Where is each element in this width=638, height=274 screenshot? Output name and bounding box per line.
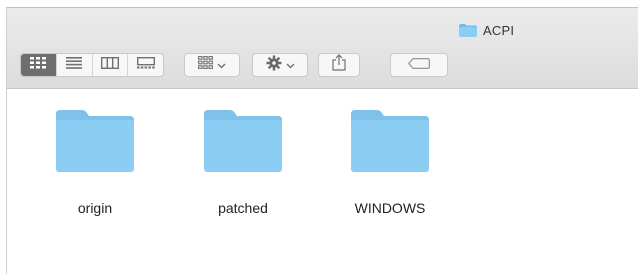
folder-item-patched[interactable]: patched — [183, 108, 303, 228]
folder-label: origin — [77, 200, 113, 216]
chevron-down-icon — [217, 56, 226, 74]
share-button[interactable] — [318, 53, 360, 77]
group-by-button[interactable] — [184, 53, 240, 77]
arrange-grid-icon — [198, 56, 213, 74]
gallery-icon — [136, 56, 155, 74]
list-icon — [66, 56, 83, 74]
folder-icon — [349, 108, 431, 174]
folder-grid: origin patched WINDOWS — [7, 90, 638, 274]
folder-item-windows[interactable]: WINDOWS — [330, 108, 450, 228]
list-view-button[interactable] — [57, 54, 93, 76]
finder-window: ACPI origin patched WINDOWS — [6, 8, 638, 274]
folder-label: WINDOWS — [354, 200, 426, 216]
window-title: ACPI — [459, 22, 514, 38]
folder-icon — [54, 108, 136, 174]
folder-icon — [202, 108, 284, 174]
share-icon — [332, 54, 346, 76]
gallery-view-button[interactable] — [128, 54, 163, 76]
columns-icon — [100, 56, 119, 74]
view-mode-selector — [20, 53, 164, 77]
action-button[interactable] — [252, 53, 308, 77]
folder-item-origin[interactable]: origin — [35, 108, 155, 228]
column-view-button[interactable] — [93, 54, 129, 76]
chevron-down-icon — [286, 56, 295, 74]
grid-icon — [30, 56, 47, 74]
gear-icon — [266, 55, 282, 76]
window-title-text: ACPI — [483, 22, 515, 38]
tag-button[interactable] — [390, 53, 448, 77]
folder-icon — [459, 23, 477, 37]
titlebar: ACPI — [7, 8, 638, 89]
tag-icon — [408, 56, 430, 74]
folder-label: patched — [218, 200, 268, 216]
icon-view-button[interactable] — [21, 54, 57, 76]
